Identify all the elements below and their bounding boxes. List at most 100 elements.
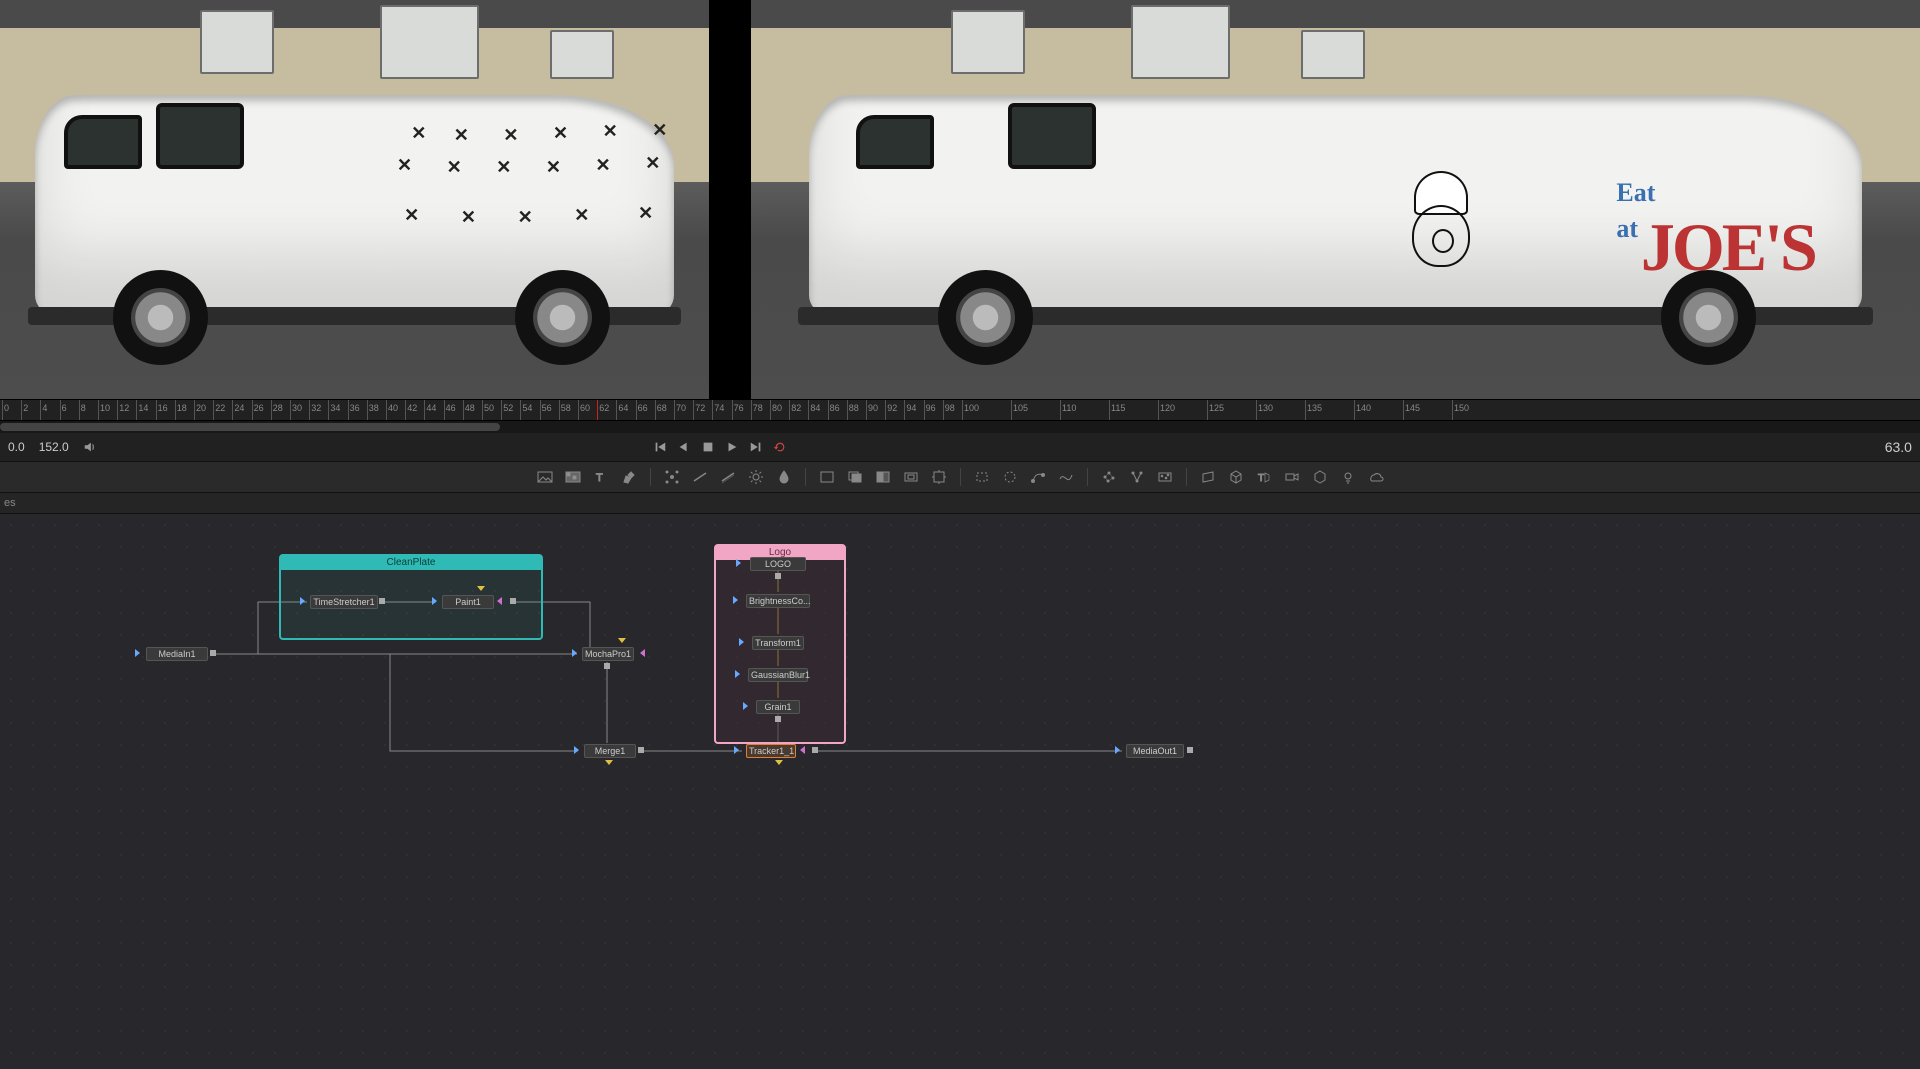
blur-tool-icon[interactable] (715, 466, 741, 488)
port-out[interactable] (379, 598, 385, 604)
port-out[interactable] (510, 598, 516, 604)
resize-tool-icon[interactable] (898, 466, 924, 488)
separator (650, 468, 651, 486)
port-mask[interactable] (497, 597, 502, 605)
separator (1186, 468, 1187, 486)
van-logo-text: Eat at JOE'S (1616, 180, 1814, 287)
port-mask[interactable] (800, 746, 805, 754)
particles-tool-icon[interactable] (1096, 466, 1122, 488)
port-in[interactable] (572, 649, 577, 657)
tracker-tool-icon[interactable] (659, 466, 685, 488)
text-tool-icon[interactable]: T (588, 466, 614, 488)
node-paint1[interactable]: Paint1 (442, 595, 494, 609)
source-viewer[interactable]: ✕ ✕ ✕ ✕ ✕ ✕ ✕ ✕ ✕ ✕ ✕ ✕ ✕ ✕ ✕ ✕ ✕ (0, 0, 709, 399)
colorcorrector-tool-icon[interactable] (687, 466, 713, 488)
group-title: CleanPlate (281, 556, 541, 570)
light-tool-icon[interactable] (1335, 466, 1361, 488)
node-tracker1-1[interactable]: Tracker1_1 (746, 744, 796, 758)
pemitter-tool-icon[interactable] (1152, 466, 1178, 488)
ellipse-mask-icon[interactable] (997, 466, 1023, 488)
flow-tabs[interactable]: es (0, 493, 1920, 514)
logo-joes: JOE'S (1641, 209, 1815, 285)
fog-tool-icon[interactable] (1363, 466, 1389, 488)
transport-controls (653, 440, 787, 454)
port-out[interactable] (210, 650, 216, 656)
viewer-gap (709, 0, 751, 399)
play-button[interactable] (725, 440, 739, 454)
separator (1087, 468, 1088, 486)
port-out[interactable] (638, 747, 644, 753)
bspline-mask-icon[interactable] (1053, 466, 1079, 488)
port-out[interactable] (1187, 747, 1193, 753)
separator (805, 468, 806, 486)
port-in[interactable] (432, 597, 437, 605)
range-end[interactable]: 152.0 (39, 440, 69, 454)
prev-frame-button[interactable] (677, 440, 691, 454)
imageplane-tool-icon[interactable] (1195, 466, 1221, 488)
node-transform1[interactable]: Transform1 (752, 636, 804, 650)
node-timestretcher1[interactable]: TimeStretcher1 (310, 595, 378, 609)
port-fg[interactable] (605, 760, 613, 765)
transform-tool-icon[interactable] (926, 466, 952, 488)
last-frame-button[interactable] (749, 440, 763, 454)
node-gaussianblur1[interactable]: GaussianBlur1 (748, 668, 808, 682)
node-brightnesscontrast[interactable]: BrightnessCo... (746, 594, 810, 608)
output-viewer[interactable]: Eat at JOE'S (751, 0, 1920, 399)
port-mask[interactable] (640, 649, 645, 657)
port-in[interactable] (135, 649, 140, 657)
node-merge1[interactable]: Merge1 (584, 744, 636, 758)
scrollbar-thumb[interactable] (0, 423, 500, 431)
background-tool-icon[interactable] (532, 466, 558, 488)
camera3d-tool-icon[interactable] (1279, 466, 1305, 488)
port-out[interactable] (775, 573, 781, 579)
mattecontrol-tool-icon[interactable] (814, 466, 840, 488)
timeline-scrollbar[interactable] (0, 421, 1920, 433)
speaker-icon[interactable] (83, 440, 97, 454)
port-top[interactable] (618, 638, 626, 643)
svg-text:T: T (596, 472, 603, 484)
paint-tool-icon[interactable] (616, 466, 642, 488)
brightness-tool-icon[interactable] (743, 466, 769, 488)
stop-button[interactable] (701, 440, 715, 454)
node-mochapro1[interactable]: MochaPro1 (582, 647, 634, 661)
timeline-ruler[interactable]: 0246810121416182022242628303234363840424… (0, 399, 1920, 421)
fastnoise-tool-icon[interactable] (560, 466, 586, 488)
port-out[interactable] (812, 747, 818, 753)
port-in[interactable] (743, 702, 748, 710)
port-out[interactable] (775, 716, 781, 722)
drop-tool-icon[interactable] (771, 466, 797, 488)
channelboolean-tool-icon[interactable] (870, 466, 896, 488)
playhead[interactable] (597, 400, 598, 420)
loop-button[interactable] (773, 440, 787, 454)
node-logo[interactable]: LOGO (750, 557, 806, 571)
current-frame[interactable]: 63.0 (1885, 439, 1912, 455)
text3d-tool-icon[interactable]: T (1251, 466, 1277, 488)
prender-tool-icon[interactable] (1124, 466, 1150, 488)
first-frame-button[interactable] (653, 440, 667, 454)
port-in[interactable] (735, 670, 740, 678)
node-mediaout1[interactable]: MediaOut1 (1126, 744, 1184, 758)
node-graph[interactable]: CleanPlate Logo MediaIn1 TimeStretcher1 … (0, 514, 1920, 1069)
van-output: Eat at JOE'S (751, 75, 1920, 365)
port-out[interactable] (604, 663, 610, 669)
port-in[interactable] (736, 559, 741, 567)
logo-at: at (1616, 214, 1638, 244)
port-fg[interactable] (775, 760, 783, 765)
rectangle-mask-icon[interactable] (969, 466, 995, 488)
port-top[interactable] (477, 586, 485, 591)
node-toolbar: T T (0, 461, 1920, 493)
range-start[interactable]: 0.0 (8, 440, 25, 454)
shape3d-tool-icon[interactable] (1223, 466, 1249, 488)
port-in[interactable] (574, 746, 579, 754)
polygon-mask-icon[interactable] (1025, 466, 1051, 488)
renderer3d-tool-icon[interactable] (1307, 466, 1333, 488)
tab-label[interactable]: es (4, 497, 16, 509)
port-in[interactable] (739, 638, 744, 646)
node-grain1[interactable]: Grain1 (756, 700, 800, 714)
merge-tool-icon[interactable] (842, 466, 868, 488)
port-in[interactable] (733, 596, 738, 604)
node-mediain1[interactable]: MediaIn1 (146, 647, 208, 661)
port-in[interactable] (1115, 746, 1120, 754)
port-in[interactable] (734, 746, 739, 754)
port-in[interactable] (300, 597, 305, 605)
